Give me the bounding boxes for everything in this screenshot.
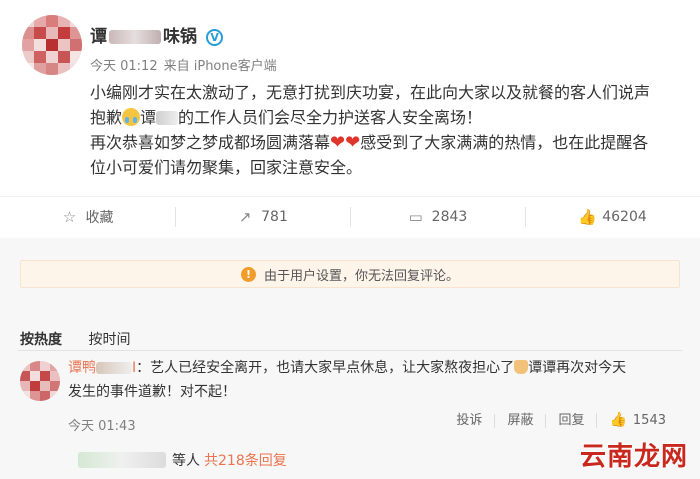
divider (350, 207, 351, 227)
post-time[interactable]: 今天 01:12 (90, 59, 158, 74)
report-button[interactable]: 投诉 (444, 413, 494, 428)
post-author-name[interactable]: 谭 味锅 (90, 27, 197, 47)
comment-avatar[interactable] (20, 361, 60, 401)
text-blur (156, 111, 179, 125)
comment-sort-tabs: 按热度 按时间 (20, 329, 152, 349)
post-source: 来自 iPhone客户端 (163, 59, 277, 74)
comment-text: 谭鸭 I：艺人已经安全离开，也请大家早点休息，让大家熬夜担心了 谭谭再次对今天 发生… (68, 360, 627, 400)
reply-button[interactable]: 回复 (545, 413, 596, 428)
heart-icon: ❤❤ (330, 132, 361, 153)
verified-icon: V (206, 29, 224, 46)
post-avatar[interactable] (22, 15, 82, 75)
reply-disabled-notice: ! 由于用户设置，你无法回复评论。 (20, 260, 680, 288)
post-line-4: 位小可爱们请勿聚集，回家注意安全。 (90, 158, 363, 177)
post-line-3: 再次恭喜如梦之梦成都场圆满落幕❤❤感受到了大家满满的热情，也在此提醒各 (90, 132, 649, 153)
reply-count-link[interactable]: 共218条回复 (204, 450, 287, 470)
comment-button[interactable]: ▭ 2843 (350, 197, 525, 236)
thumbs-up-icon: 👍 (609, 412, 627, 428)
divider (18, 350, 682, 351)
post-meta: 今天 01:12 来自 iPhone客户端 (90, 55, 283, 74)
author-name-suffix: 锅 (180, 27, 197, 47)
thumbs-up-icon: 👍 (578, 207, 597, 226)
repost-button[interactable]: ↗ 781 (175, 197, 350, 236)
watermark-logo: 云南龙网 (579, 442, 688, 472)
post-line-1: 小编刚才实在太激动了，无意打扰到庆功宴，在此向大家以及就餐的客人们说声 (90, 83, 651, 102)
comment-actions: 投诉 屏蔽 回复 👍 1543 (444, 413, 678, 428)
warning-icon: ! (240, 266, 256, 282)
divider (525, 207, 526, 227)
repost-icon: ↗ (238, 207, 252, 226)
author-name-blur (109, 30, 161, 44)
comment-time: 今天 01:43 (68, 419, 136, 434)
like-button[interactable]: 👍 46204 (525, 197, 700, 236)
tab-sort-time[interactable]: 按时间 (88, 332, 130, 348)
post-text: 小编刚才实在太激动了，无意打扰到庆功宴，在此向大家以及就餐的客人们说声 抱歉谭的… (90, 80, 690, 180)
favorite-button[interactable]: ☆ 收藏 (0, 197, 175, 236)
replies-summary[interactable]: 等人 共218条回复 (78, 450, 287, 470)
praying-hands-icon (514, 360, 529, 374)
comment-icon: ▭ (408, 207, 423, 226)
star-icon: ☆ (62, 207, 77, 226)
crying-emoji-icon (122, 108, 141, 126)
post-line-2: 抱歉谭的工作人员们会尽全力护送客人安全离场！ (90, 108, 483, 127)
reply-authors-blur (78, 452, 166, 468)
author-name-middle: 味 (163, 27, 180, 47)
comment-author-name[interactable]: 谭鸭 I (68, 360, 136, 376)
block-button[interactable]: 屏蔽 (494, 413, 545, 428)
tab-sort-hot[interactable]: 按热度 (20, 332, 62, 348)
author-name-blur (96, 362, 132, 374)
comment-like-button[interactable]: 👍 1543 (596, 413, 678, 428)
post-action-bar: ☆ 收藏 ↗ 781 ▭ 2843 👍 46204 (0, 196, 700, 236)
author-name-prefix: 谭 (90, 27, 107, 47)
divider (175, 207, 176, 227)
post-header: 谭 味锅 V (90, 22, 224, 47)
